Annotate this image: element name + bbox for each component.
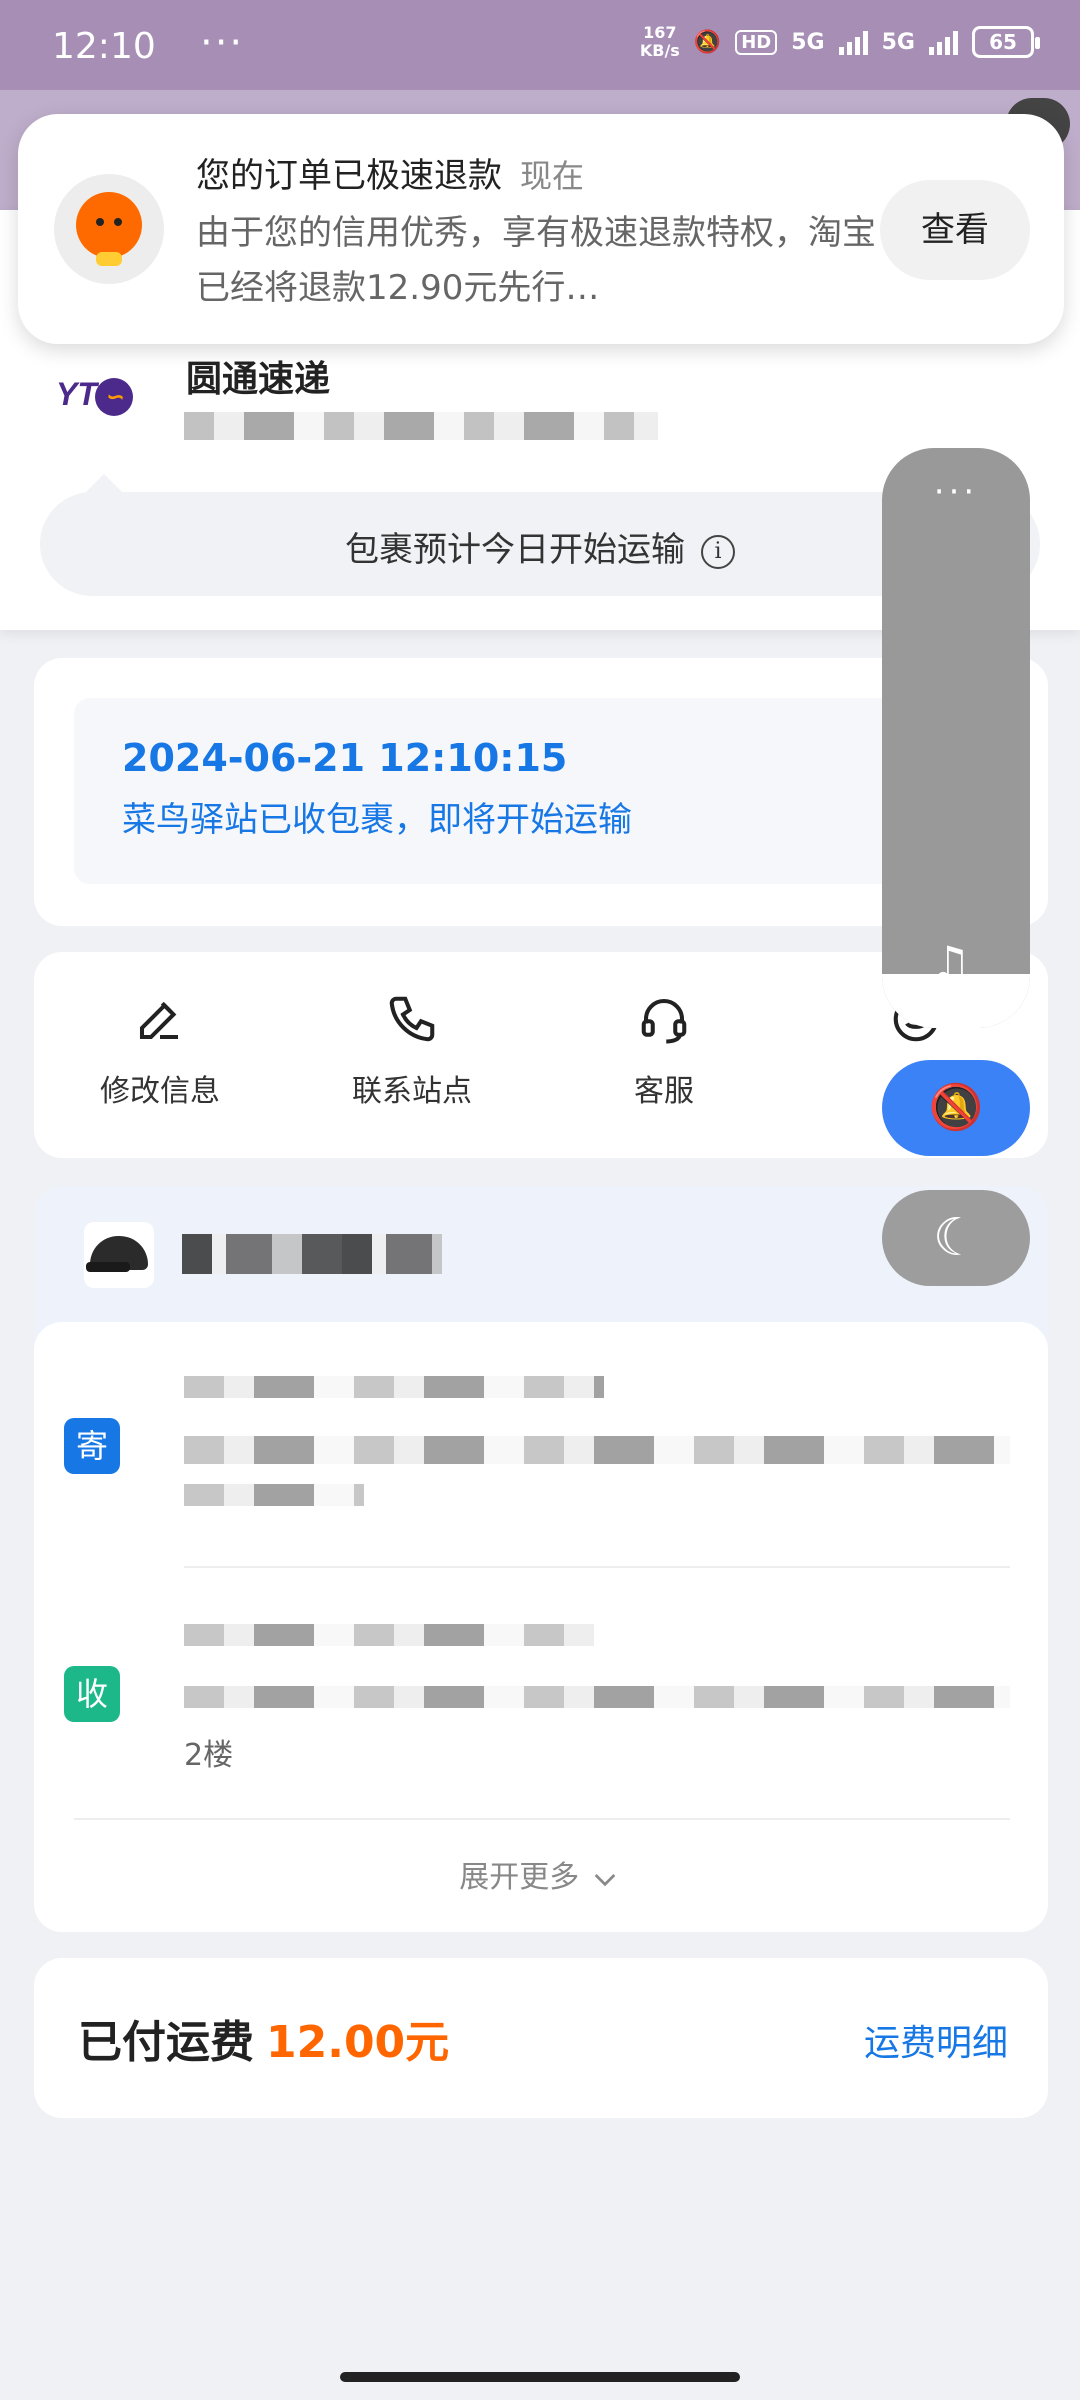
expand-divider (74, 1818, 1010, 1820)
speed-unit: KB/s (639, 41, 680, 60)
notification-title-row: 您的订单已极速退款 现在 (196, 148, 584, 197)
network-type-1: 5G (791, 29, 825, 55)
notification-time: 现在 (520, 157, 585, 195)
fee-details-link[interactable]: 运费明细 (864, 2014, 1008, 2066)
bell-muted-icon: 🔕 (693, 29, 722, 55)
home-indicator[interactable] (340, 2372, 740, 2382)
mascot-icon (76, 192, 142, 258)
headset-icon (641, 998, 687, 1044)
bell-off-icon: 🔕 (928, 1082, 984, 1133)
status-time: 12:10 (52, 26, 156, 67)
product-name-redacted (182, 1234, 442, 1274)
info-icon[interactable]: i (701, 534, 735, 569)
hd-icon: HD (735, 29, 778, 55)
status-time-stamp: 2024-06-21 12:10:15 (122, 736, 568, 780)
product-thumbnail[interactable] (84, 1222, 154, 1288)
edit-info-button[interactable]: 修改信息 (60, 992, 260, 1110)
logo-text: YT (56, 376, 97, 412)
signal-icon-2 (929, 29, 958, 55)
contact-station-label: 联系站点 (352, 1074, 472, 1109)
logo-circle-icon: ∽ (94, 377, 133, 416)
fee-amount: 12.00元 (266, 2017, 450, 2068)
notification-body: 由于您的信用优秀，享有极速退款特权，淘宝已经将退款12.90元先行… (196, 213, 876, 308)
edit-info-label: 修改信息 (100, 1074, 220, 1109)
order-card (34, 1186, 1048, 1932)
receiver-tag: 收 (64, 1666, 120, 1722)
view-button[interactable]: 查看 (880, 180, 1030, 280)
mascot-eye-right (114, 218, 122, 226)
sender-name-redacted (184, 1376, 604, 1398)
speed-value: 167 (643, 23, 677, 42)
contact-station-button[interactable]: 联系站点 (312, 992, 512, 1110)
fee-row: 已付运费 12.00元 (78, 2006, 449, 2070)
mute-toggle-button[interactable]: 🔕 (882, 1060, 1030, 1156)
dark-mode-button[interactable]: ☾ (882, 1190, 1030, 1286)
cap-brim (86, 1262, 130, 1272)
mascot-bow (96, 252, 122, 266)
sender-address-redacted-2 (184, 1484, 364, 1506)
moon-icon: ☾ (932, 1208, 980, 1268)
transit-tip-text: 包裹预计今日开始运输 (345, 530, 685, 570)
notification-title: 您的订单已极速退款 (196, 156, 502, 196)
fee-label: 已付运费 (78, 2017, 254, 2068)
phone-icon (389, 996, 435, 1042)
address-divider (184, 1566, 1010, 1568)
taobao-avatar (54, 174, 164, 284)
tracking-number-redacted (184, 412, 658, 440)
receiver-address-redacted (184, 1686, 1010, 1708)
receiver-name-redacted (184, 1624, 594, 1646)
sender-address-redacted (184, 1436, 1010, 1464)
signal-icon (838, 29, 868, 55)
network-type-2: 5G (881, 29, 915, 55)
network-speed: 167 KB/s (640, 24, 680, 60)
latest-status: 2024-06-21 12:10:15 菜鸟驿站已收包裹，即将开始运输 (74, 698, 1008, 884)
status-icons: 167 KB/s 🔕 HD 5G 5G 65 (640, 24, 1040, 60)
chevron-down-icon (594, 1873, 616, 1886)
sender-tag: 寄 (64, 1418, 120, 1474)
status-description: 菜鸟驿站已收包裹，即将开始运输 (122, 800, 632, 840)
more-dots-icon: ··· (200, 20, 245, 66)
fee-card: 已付运费 12.00元 运费明细 (34, 1958, 1048, 2118)
refund-notification[interactable]: 您的订单已极速退款 现在 由于您的信用优秀，享有极速退款特权，淘宝已经将退款12.… (18, 114, 1064, 344)
status-bar: 12:10 ··· 167 KB/s 🔕 HD 5G 5G 65 (0, 0, 1080, 90)
receiver-floor: 2楼 (184, 1738, 234, 1773)
customer-service-label: 客服 (634, 1074, 694, 1109)
yto-logo: YT ∽ (56, 376, 142, 416)
mascot-eye-left (96, 218, 104, 226)
customer-service-button[interactable]: 客服 (564, 992, 764, 1110)
expand-more-label: 展开更多 (459, 1860, 580, 1895)
battery-icon: 65 (972, 26, 1040, 58)
courier-name: 圆通速递 (186, 359, 331, 400)
edit-icon (139, 1001, 178, 1040)
expand-more-button[interactable]: 展开更多 (0, 1852, 1080, 1896)
panel-more-icon[interactable]: ··· (882, 472, 1030, 512)
floating-media-panel[interactable]: ··· ♫ (882, 448, 1030, 1028)
